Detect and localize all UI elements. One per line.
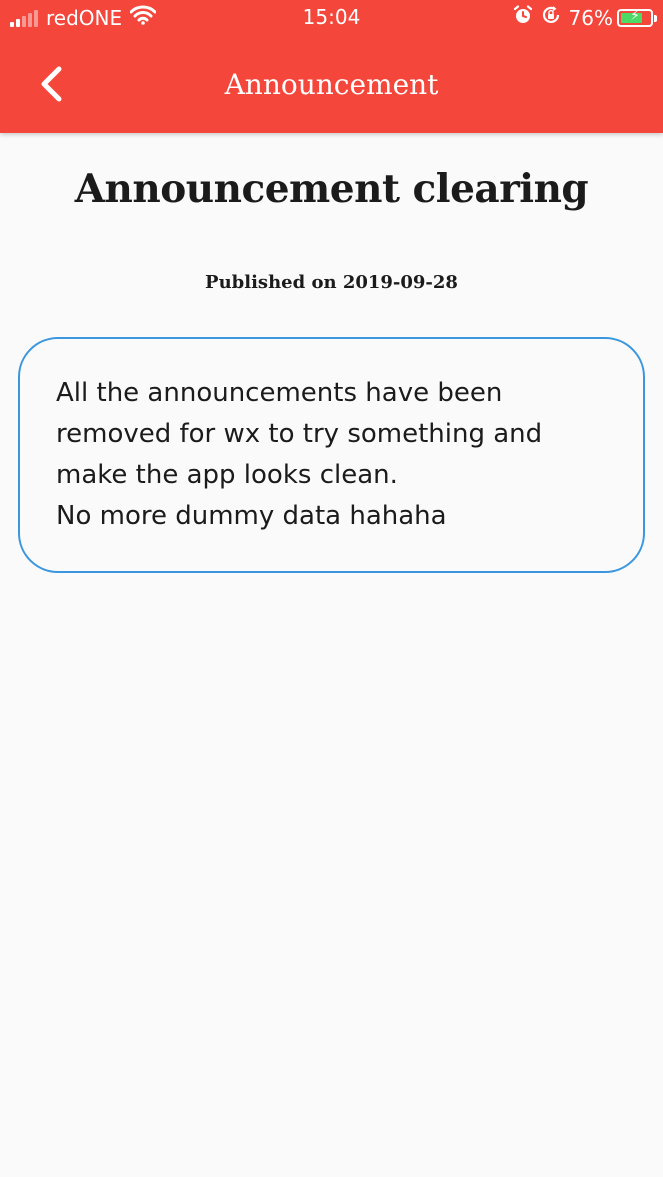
battery-charging-icon: ⚡ [617, 8, 657, 27]
app-bar-title: Announcement [224, 68, 439, 101]
announcement-title: Announcement clearing [74, 166, 589, 212]
status-bar: redONE 15:04 76% ⚡ [0, 0, 663, 36]
published-date: Published on 2019-09-28 [205, 272, 458, 293]
announcement-body: All the announcements have been removed … [56, 378, 543, 531]
status-bar-right: 76% ⚡ [505, 5, 657, 30]
alarm-icon [513, 5, 533, 30]
announcement-card: All the announcements have been removed … [18, 337, 645, 573]
app-bar: redONE 15:04 76% ⚡ Announcement [0, 0, 663, 133]
battery-percent: 76% [568, 5, 613, 30]
rotation-lock-icon [541, 5, 561, 30]
